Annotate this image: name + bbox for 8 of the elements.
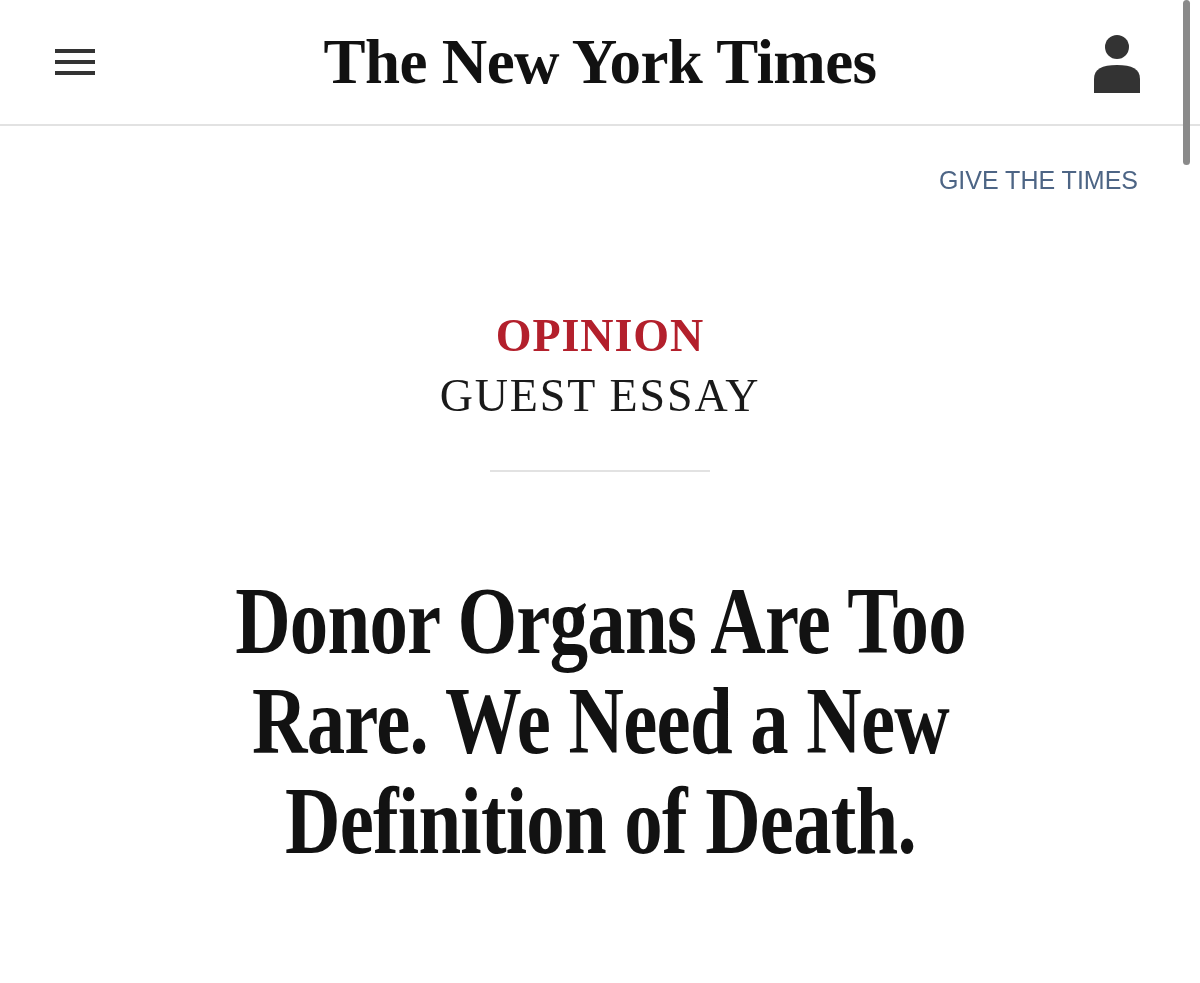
section-label[interactable]: OPINION — [495, 306, 705, 366]
scrollbar-thumb[interactable] — [1183, 0, 1190, 165]
person-icon[interactable] — [1094, 35, 1140, 93]
logo[interactable]: The New York Times — [323, 22, 877, 102]
headline: Donor Organs Are Too Rare. We Need a New Definition of Death. — [233, 571, 967, 871]
menu-icon[interactable] — [55, 49, 95, 75]
gift-link[interactable]: GIVE THE TIMES — [938, 165, 1138, 195]
guest-essay-label: GUEST ESSAY — [439, 369, 761, 423]
